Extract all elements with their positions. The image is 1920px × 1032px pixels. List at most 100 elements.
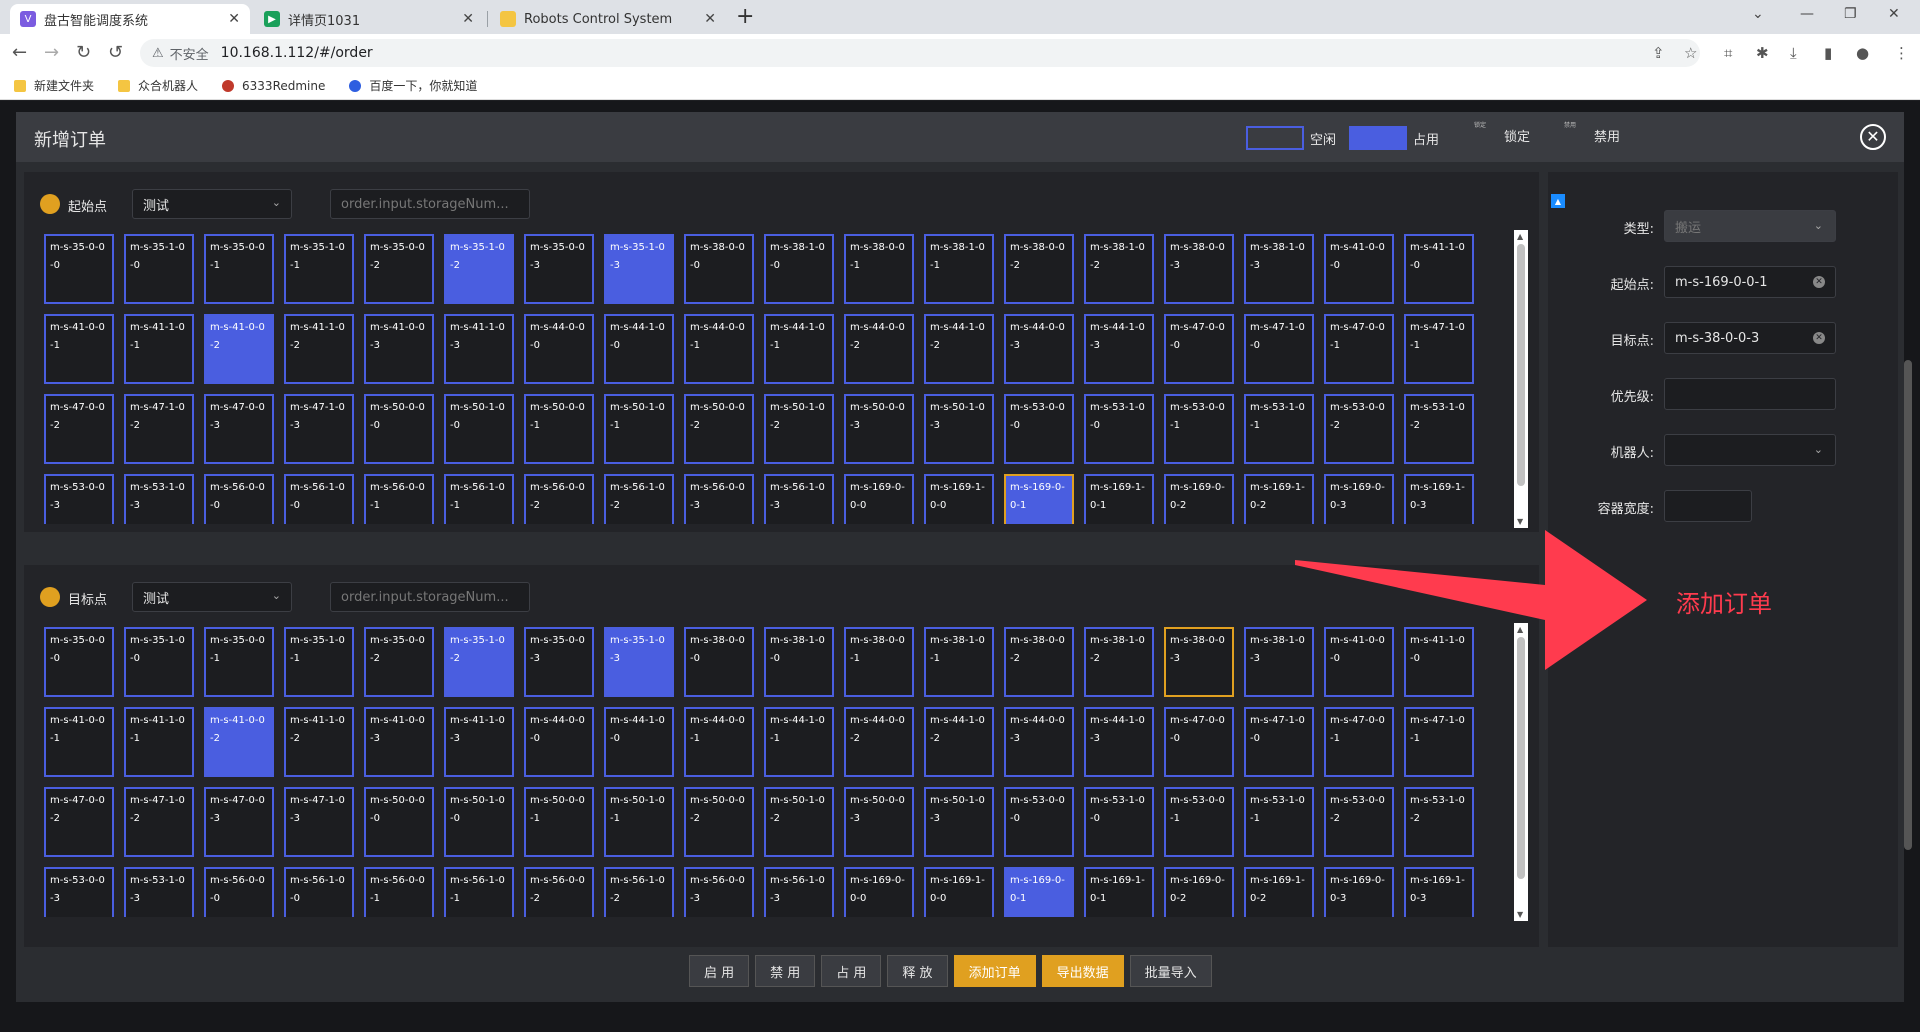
storage-cell[interactable]: m-s-53-0-0-2: [1324, 787, 1394, 857]
storage-cell[interactable]: m-s-47-1-0-1: [1404, 314, 1474, 384]
storage-cell[interactable]: m-s-38-1-0-3: [1244, 234, 1314, 304]
storage-cell[interactable]: m-s-38-0-0-3: [1164, 234, 1234, 304]
storage-cell[interactable]: m-s-35-0-0-3: [524, 234, 594, 304]
release-button[interactable]: 释 放: [887, 955, 948, 987]
storage-cell[interactable]: m-s-56-1-0-1: [444, 474, 514, 524]
storage-cell[interactable]: m-s-44-0-0-3: [1004, 707, 1074, 777]
storage-cell[interactable]: m-s-38-1-0-2: [1084, 234, 1154, 304]
tab-close-icon[interactable]: ✕: [704, 11, 716, 27]
storage-cell[interactable]: m-s-50-1-0-1: [604, 394, 674, 464]
sidebar-icon[interactable]: ▮: [1824, 44, 1832, 62]
storage-cell[interactable]: m-s-56-1-0-2: [604, 867, 674, 917]
storage-cell[interactable]: m-s-47-1-0-2: [124, 394, 194, 464]
storage-cell[interactable]: m-s-169-0-0-2: [1164, 867, 1234, 917]
storage-cell[interactable]: m-s-47-1-0-1: [1404, 707, 1474, 777]
storage-cell[interactable]: m-s-50-0-0-3: [844, 787, 914, 857]
bookmark-item[interactable]: 新建文件夹: [14, 77, 94, 94]
storage-cell[interactable]: m-s-35-1-0-1: [284, 627, 354, 697]
storage-cell[interactable]: m-s-50-0-0-0: [364, 787, 434, 857]
storage-cell[interactable]: m-s-53-1-0-1: [1244, 787, 1314, 857]
start-area-select[interactable]: 测试 ⌄: [132, 189, 292, 219]
storage-cell[interactable]: m-s-169-1-0-2: [1244, 474, 1314, 524]
storage-cell[interactable]: m-s-56-1-0-1: [444, 867, 514, 917]
storage-cell[interactable]: m-s-50-1-0-0: [444, 394, 514, 464]
storage-cell[interactable]: m-s-47-0-0-1: [1324, 707, 1394, 777]
storage-cell[interactable]: m-s-169-1-0-1: [1084, 474, 1154, 524]
storage-cell[interactable]: m-s-35-1-0-2: [444, 627, 514, 697]
storage-cell[interactable]: m-s-53-1-0-1: [1244, 394, 1314, 464]
storage-cell[interactable]: m-s-53-0-0-2: [1324, 394, 1394, 464]
storage-cell[interactable]: m-s-56-1-0-3: [764, 867, 834, 917]
storage-cell[interactable]: m-s-47-0-0-3: [204, 787, 274, 857]
storage-cell[interactable]: m-s-50-1-0-2: [764, 394, 834, 464]
storage-cell[interactable]: m-s-53-1-0-0: [1084, 394, 1154, 464]
storage-cell[interactable]: m-s-50-1-0-3: [924, 787, 994, 857]
storage-cell[interactable]: m-s-53-0-0-3: [44, 474, 114, 524]
storage-cell[interactable]: m-s-53-0-0-1: [1164, 787, 1234, 857]
storage-cell[interactable]: m-s-53-1-0-2: [1404, 787, 1474, 857]
storage-cell[interactable]: m-s-50-1-0-3: [924, 394, 994, 464]
storage-cell[interactable]: m-s-44-0-0-1: [684, 707, 754, 777]
storage-cell[interactable]: m-s-56-1-0-0: [284, 474, 354, 524]
storage-cell[interactable]: m-s-44-1-0-0: [604, 314, 674, 384]
storage-cell[interactable]: m-s-53-0-0-0: [1004, 394, 1074, 464]
storage-cell[interactable]: m-s-56-0-0-0: [204, 867, 274, 917]
storage-cell[interactable]: m-s-35-1-0-1: [284, 234, 354, 304]
storage-cell[interactable]: m-s-41-0-0-3: [364, 314, 434, 384]
storage-cell[interactable]: m-s-50-1-0-2: [764, 787, 834, 857]
storage-cell[interactable]: m-s-47-1-0-0: [1244, 314, 1314, 384]
share-icon[interactable]: ⇪: [1652, 44, 1665, 62]
tab-close-icon[interactable]: ✕: [462, 11, 474, 27]
storage-cell[interactable]: m-s-44-0-0-1: [684, 314, 754, 384]
storage-cell[interactable]: m-s-44-1-0-2: [924, 707, 994, 777]
bookmark-item[interactable]: 众合机器人: [118, 77, 198, 94]
scroll-thumb[interactable]: [1517, 244, 1525, 486]
container-width-input[interactable]: [1664, 490, 1752, 522]
storage-cell[interactable]: m-s-53-1-0-0: [1084, 787, 1154, 857]
target-search-input[interactable]: order.input.storageNum...: [330, 582, 530, 612]
storage-cell[interactable]: m-s-44-0-0-3: [1004, 314, 1074, 384]
storage-cell[interactable]: m-s-47-0-0-0: [1164, 707, 1234, 777]
storage-cell[interactable]: m-s-38-1-0-0: [764, 234, 834, 304]
storage-cell[interactable]: m-s-169-1-0-3: [1404, 867, 1474, 917]
storage-cell[interactable]: m-s-44-0-0-0: [524, 707, 594, 777]
storage-cell[interactable]: m-s-38-0-0-0: [684, 627, 754, 697]
omnibox[interactable]: ⚠ 不安全 10.168.1.112/#/order: [140, 39, 1700, 67]
batch-import-button[interactable]: 批量导入: [1129, 955, 1212, 987]
storage-cell[interactable]: m-s-44-0-0-2: [844, 314, 914, 384]
type-select[interactable]: 搬运 ⌄: [1664, 210, 1836, 242]
tab-detail[interactable]: ▶ 详情页1031 ✕: [254, 4, 484, 34]
storage-cell[interactable]: m-s-44-1-0-1: [764, 707, 834, 777]
storage-cell[interactable]: m-s-35-1-0-0: [124, 234, 194, 304]
storage-cell[interactable]: m-s-56-0-0-2: [524, 867, 594, 917]
storage-cell[interactable]: m-s-44-1-0-1: [764, 314, 834, 384]
storage-cell[interactable]: m-s-35-0-0-0: [44, 234, 114, 304]
disable-button[interactable]: 禁 用: [755, 955, 816, 987]
storage-cell[interactable]: m-s-47-0-0-1: [1324, 314, 1394, 384]
storage-cell[interactable]: m-s-41-1-0-3: [444, 314, 514, 384]
storage-cell[interactable]: m-s-53-0-0-1: [1164, 394, 1234, 464]
restore-icon[interactable]: ❐: [1844, 6, 1857, 22]
storage-cell[interactable]: m-s-169-0-0-0: [844, 867, 914, 917]
storage-cell[interactable]: m-s-41-1-0-0: [1404, 234, 1474, 304]
storage-cell[interactable]: m-s-56-0-0-0: [204, 474, 274, 524]
start-field[interactable]: m-s-169-0-0-1 ✕: [1664, 266, 1836, 298]
storage-cell[interactable]: m-s-41-1-0-2: [284, 707, 354, 777]
storage-cell[interactable]: m-s-38-1-0-0: [764, 627, 834, 697]
storage-cell[interactable]: m-s-169-1-0-1: [1084, 867, 1154, 917]
storage-cell[interactable]: m-s-44-0-0-2: [844, 707, 914, 777]
storage-cell[interactable]: m-s-41-0-0-1: [44, 314, 114, 384]
storage-cell[interactable]: m-s-41-0-0-1: [44, 707, 114, 777]
storage-cell[interactable]: m-s-44-1-0-2: [924, 314, 994, 384]
robot-select[interactable]: ⌄: [1664, 434, 1836, 466]
storage-cell[interactable]: m-s-56-0-0-1: [364, 474, 434, 524]
storage-cell[interactable]: m-s-50-0-0-0: [364, 394, 434, 464]
tab-pangu[interactable]: V 盘古智能调度系统 ✕: [10, 4, 250, 34]
storage-cell[interactable]: m-s-47-0-0-2: [44, 787, 114, 857]
storage-cell[interactable]: m-s-47-1-0-3: [284, 394, 354, 464]
storage-cell[interactable]: m-s-35-0-0-1: [204, 627, 274, 697]
crop-icon[interactable]: ⌗: [1724, 44, 1732, 62]
storage-cell[interactable]: m-s-35-0-0-2: [364, 234, 434, 304]
storage-cell[interactable]: m-s-56-1-0-2: [604, 474, 674, 524]
storage-cell[interactable]: m-s-44-1-0-3: [1084, 707, 1154, 777]
